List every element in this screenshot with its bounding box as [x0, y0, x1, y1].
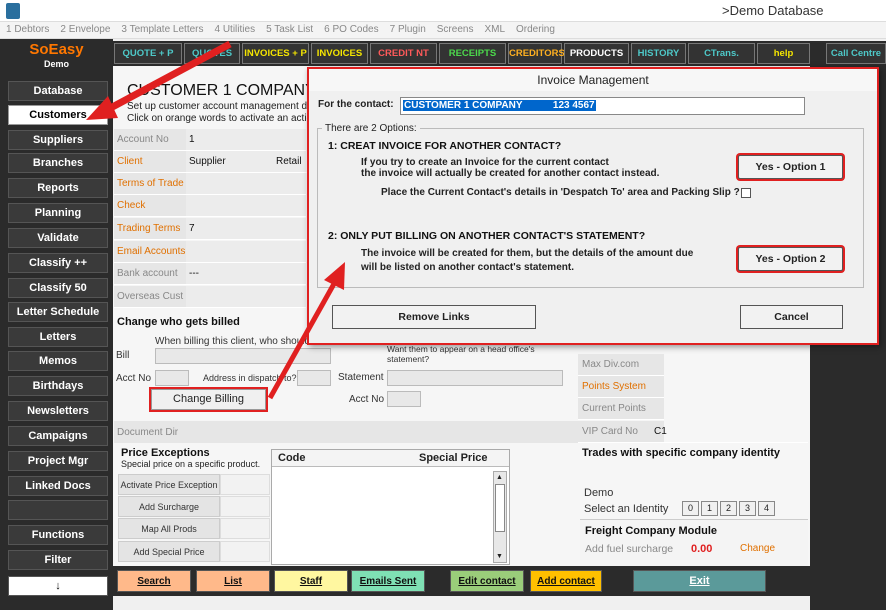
annotation-arrows: [86, 40, 345, 400]
arrow-to-dialog: [267, 262, 345, 400]
arrow-to-customers: [86, 40, 232, 120]
